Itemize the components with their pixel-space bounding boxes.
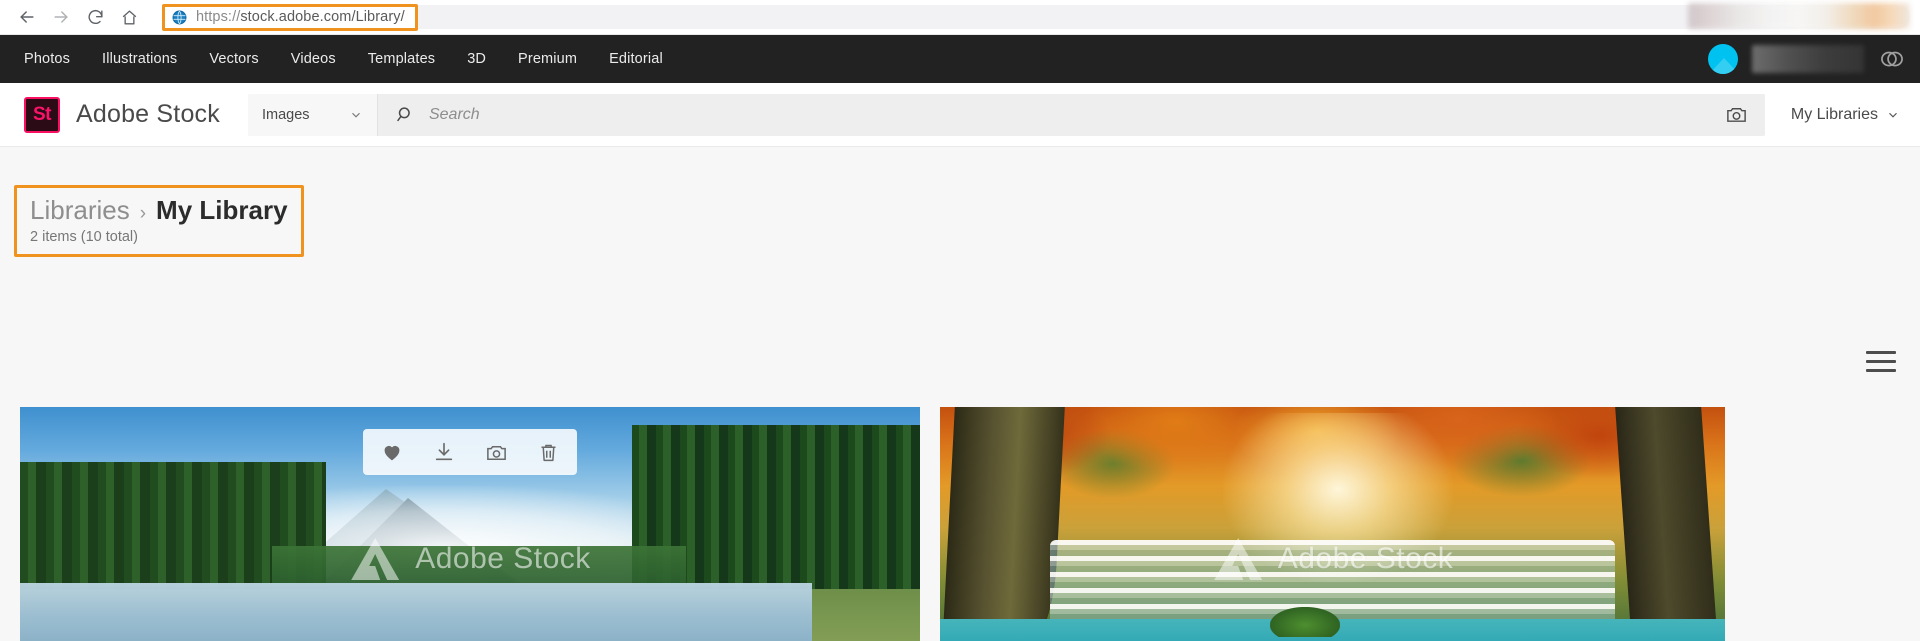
reload-icon[interactable] <box>78 2 112 32</box>
forward-arrow-icon[interactable] <box>44 2 78 32</box>
hamburger-menu-icon[interactable] <box>1866 351 1896 372</box>
nav-item-photos[interactable]: Photos <box>24 51 70 67</box>
breadcrumb-libraries-link[interactable]: Libraries <box>30 195 130 226</box>
camera-search-icon[interactable] <box>1708 93 1765 136</box>
adobe-stock-header: St Adobe Stock Images My Libraries <box>0 83 1920 147</box>
search-icon <box>397 107 410 122</box>
home-icon[interactable] <box>112 2 146 32</box>
search-bar: Images <box>247 93 1765 136</box>
address-bar[interactable]: https://stock.adobe.com/Library/ <box>162 3 1910 31</box>
nav-item-illustrations[interactable]: Illustrations <box>102 51 177 67</box>
download-icon[interactable] <box>423 433 465 471</box>
breadcrumb: Libraries › My Library <box>30 195 288 226</box>
url-scheme: https:// <box>196 9 241 25</box>
nav-item-3d[interactable]: 3D <box>467 51 486 67</box>
my-libraries-menu[interactable]: My Libraries <box>1791 106 1900 124</box>
trash-icon[interactable] <box>527 433 569 471</box>
library-asset-card[interactable]: Adobe Stock <box>20 407 920 641</box>
my-libraries-label: My Libraries <box>1790 105 1878 123</box>
asset-action-toolbar <box>363 429 577 475</box>
hamburger-line <box>1866 360 1896 363</box>
url-highlight-box[interactable]: https://stock.adobe.com/Library/ <box>162 3 418 31</box>
search-type-dropdown[interactable]: Images <box>247 93 378 136</box>
library-asset-card[interactable]: Adobe Stock <box>940 407 1725 641</box>
adobe-global-nav: Photos Illustrations Vectors Videos Temp… <box>0 35 1920 83</box>
adobe-stock-logo-icon[interactable]: St <box>24 96 60 133</box>
breadcrumb-separator-icon: › <box>139 203 147 224</box>
search-field[interactable] <box>378 93 1709 136</box>
creative-cloud-icon <box>1881 51 1903 67</box>
globe-icon <box>172 10 187 24</box>
photo-tree-left <box>941 407 1065 641</box>
url-text: https://stock.adobe.com/Library/ <box>196 9 405 25</box>
nav-account-area <box>1708 35 1906 83</box>
photo-rocks <box>20 613 920 641</box>
breadcrumb-current: My Library <box>156 195 288 225</box>
account-name-redacted <box>1752 45 1864 73</box>
item-count-label: 2 items (10 total) <box>30 229 138 245</box>
search-type-label: Images <box>261 106 310 123</box>
asset-thumbnail <box>940 407 1725 641</box>
photo-tree-right <box>1615 407 1718 632</box>
browser-extensions-redacted <box>1688 3 1910 29</box>
nav-item-templates[interactable]: Templates <box>368 51 435 67</box>
avatar[interactable] <box>1708 44 1738 74</box>
search-input[interactable] <box>428 93 1709 136</box>
camera-icon[interactable] <box>475 433 517 471</box>
chevron-down-icon <box>352 112 360 118</box>
url-rest: stock.adobe.com/Library/ <box>240 9 405 25</box>
nav-item-premium[interactable]: Premium <box>518 51 577 67</box>
omnibox-background <box>162 5 1910 29</box>
nav-item-videos[interactable]: Videos <box>291 51 336 67</box>
photo-moss-rock <box>1269 607 1340 638</box>
library-content: Libraries › My Library 2 items (10 total… <box>0 147 1920 641</box>
breadcrumb-highlight-box: Libraries › My Library 2 items (10 total… <box>14 185 304 257</box>
brand-title[interactable]: Adobe Stock <box>76 100 220 129</box>
browser-toolbar: https://stock.adobe.com/Library/ <box>0 0 1920 35</box>
nav-item-editorial[interactable]: Editorial <box>609 51 663 67</box>
heart-icon[interactable] <box>371 433 413 471</box>
nav-item-vectors[interactable]: Vectors <box>209 51 258 67</box>
hamburger-line <box>1866 351 1896 354</box>
back-arrow-icon[interactable] <box>10 2 44 32</box>
chevron-down-icon <box>1889 112 1897 118</box>
hamburger-line <box>1866 369 1896 372</box>
